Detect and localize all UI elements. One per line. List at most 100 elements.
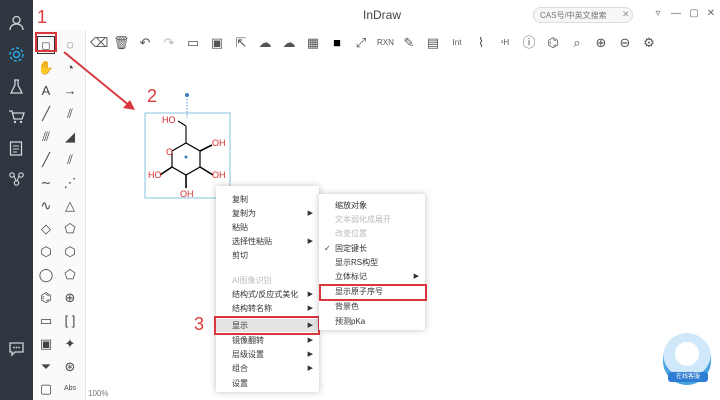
context-menu-item[interactable]: 结构转名称 ▶ [216,302,319,315]
submenu-item[interactable]: 背景色 [319,300,425,313]
folder-open-icon[interactable]: ▭ [185,35,201,51]
minimize-icon[interactable]: — [670,8,682,19]
submenu-item[interactable]: 缩放对象 [319,199,425,212]
wavy-bond-icon[interactable]: ∼ [37,174,55,192]
redo-icon[interactable]: ↷ [161,35,177,51]
close-window-icon[interactable]: ✕ [705,8,717,19]
zoom-out-icon[interactable]: ⊖ [617,35,633,51]
cart-icon[interactable] [8,108,25,125]
info-icon[interactable]: ⓘ [521,35,537,51]
menu-filter-icon[interactable]: ▿ [652,8,664,19]
context-menu-item[interactable]: 设置 [216,377,319,390]
funnel-icon[interactable]: ⏷ [37,358,55,376]
submenu-arrow-icon: ▶ [307,351,313,358]
triangle-icon[interactable]: △ [61,197,79,215]
gear-structure-icon[interactable] [8,46,25,63]
spectrum-icon[interactable]: ⌇ [473,35,489,51]
menu-item-label: 粘贴 [232,223,248,232]
display-submenu: 缩放对象 文本弱化成展开 改变位置 ✓ 固定键长 显示RS构型 立体标记 ▶ 显示原子序号 背景色… [319,194,425,330]
wedge-bond-icon[interactable]: ◢ [61,128,79,146]
context-menu-item[interactable]: 结构式/反应式美化 ▶ [216,288,319,301]
left-nav [0,0,33,400]
context-menu-item[interactable]: 剪切 [216,249,319,262]
maximize-icon[interactable]: ▢ [688,8,700,19]
atom-label: OH [180,189,194,199]
chain-icon[interactable]: ∿ [37,197,55,215]
context-menu-item[interactable]: 粘贴 [216,221,319,234]
menu-item-label: 镜像翻转 [232,336,264,345]
step-3-marker: 3 [194,314,205,334]
atom-map-icon[interactable]: ✦ [61,335,79,353]
menu-item-label: 复制为 [232,209,256,218]
clipboard-icon[interactable]: ▤ [425,35,441,51]
cloud-download-icon[interactable]: ☁ [257,35,273,51]
int-icon[interactable]: Int [449,35,465,51]
submenu-item[interactable]: ✓ 固定键长 [319,242,425,255]
user-icon[interactable] [8,14,25,31]
context-menu-item[interactable]: 复制 [216,193,319,206]
square-ring-icon[interactable]: ◇ [37,220,55,238]
check-icon: ✓ [324,244,331,253]
expand-icon[interactable]: ⤢ [353,35,369,51]
context-menu-item[interactable]: 镜像翻转 ▶ [216,334,319,347]
submenu-arrow-icon: ▶ [307,305,313,312]
context-menu-item[interactable]: 层级设置 ▶ [216,348,319,361]
dashed-bond-icon[interactable]: ⋰ [61,174,79,192]
context-menu-item[interactable]: 组合 ▶ [216,362,319,375]
submenu-arrow-icon: ▶ [307,365,313,372]
online-support-label[interactable]: 在线客服 [668,372,708,382]
menu-item-label: 设置 [232,379,248,388]
submenu-item-label: 固定键长 [335,244,367,253]
save-icon[interactable]: ▣ [209,35,225,51]
ring-tool-icon[interactable]: ⊛ [61,358,79,376]
brackets-icon[interactable]: [ ] [61,312,79,330]
hand-icon[interactable]: ✋ [37,59,55,77]
submenu-arrow-icon: ▶ [307,337,313,344]
flask-icon[interactable] [8,78,25,95]
bold-bond-icon[interactable]: ╱ [37,151,55,169]
share-nodes-icon[interactable] [8,170,25,187]
hexagon-icon[interactable]: ⬡ [37,243,55,261]
color-picker-icon[interactable]: ■ [329,35,345,51]
export-icon[interactable]: ⇱ [233,35,249,51]
single-bond-icon[interactable]: ╱ [37,105,55,123]
bracket-box-icon[interactable]: ▭ [37,312,55,330]
center-marker [184,155,188,159]
submenu-item[interactable]: 显示RS构型 [319,256,425,269]
context-menu-item[interactable]: 选择性粘贴 ▶ [216,235,319,248]
submenu-item[interactable]: 立体标记 ▶ [319,270,425,283]
atom-label: OH [212,170,226,180]
pentagon-icon[interactable]: ⬠ [61,220,79,238]
cloud-upload-icon[interactable]: ☁ [281,35,297,51]
hash-bond-icon[interactable]: ⫽ [61,151,79,169]
heptagon-icon[interactable]: ⬡ [61,243,79,261]
circle-ring-icon[interactable]: ◯ [37,266,55,284]
submenu-item[interactable]: 预测pKa [319,315,425,328]
structure-search-icon[interactable]: ⌕ [569,35,585,51]
grid-icon[interactable]: ▦ [305,35,321,51]
context-menu-item[interactable]: 复制为 ▶ [216,207,319,220]
oh-bond-4 [159,166,173,176]
zoom-in-icon[interactable]: ⊕ [593,35,609,51]
oh-bond-1 [199,144,213,152]
submenu-item-label: 显示RS构型 [335,258,379,267]
chat-icon[interactable] [8,340,25,357]
close-search-icon[interactable]: ✕ [622,9,630,20]
document-edit-icon[interactable] [8,140,25,157]
nmr-icon[interactable]: ¹H [497,35,513,51]
triple-bond-icon[interactable]: ⫻ [37,128,55,146]
benzene-icon[interactable]: ⌬ [37,289,55,307]
submenu-item-label: 立体标记 [335,272,367,281]
charge-icon[interactable]: ⊕ [61,289,79,307]
menu-item-label: 结构式/反应式美化 [232,290,299,299]
abs-icon[interactable]: Abs [61,380,79,398]
settings-icon[interactable]: ⚙ [641,35,657,51]
search-input[interactable] [533,7,633,23]
text-icon[interactable]: A [37,82,55,100]
cyclopentane-icon[interactable]: ⬠ [61,266,79,284]
reaction-icon[interactable]: RXN [377,35,394,51]
molecule-icon[interactable]: ⌬ [545,35,561,51]
brush-icon[interactable]: ✎ [401,35,417,51]
page-icon[interactable]: ▢ [37,380,55,398]
template-icon[interactable]: ▣ [37,335,55,353]
